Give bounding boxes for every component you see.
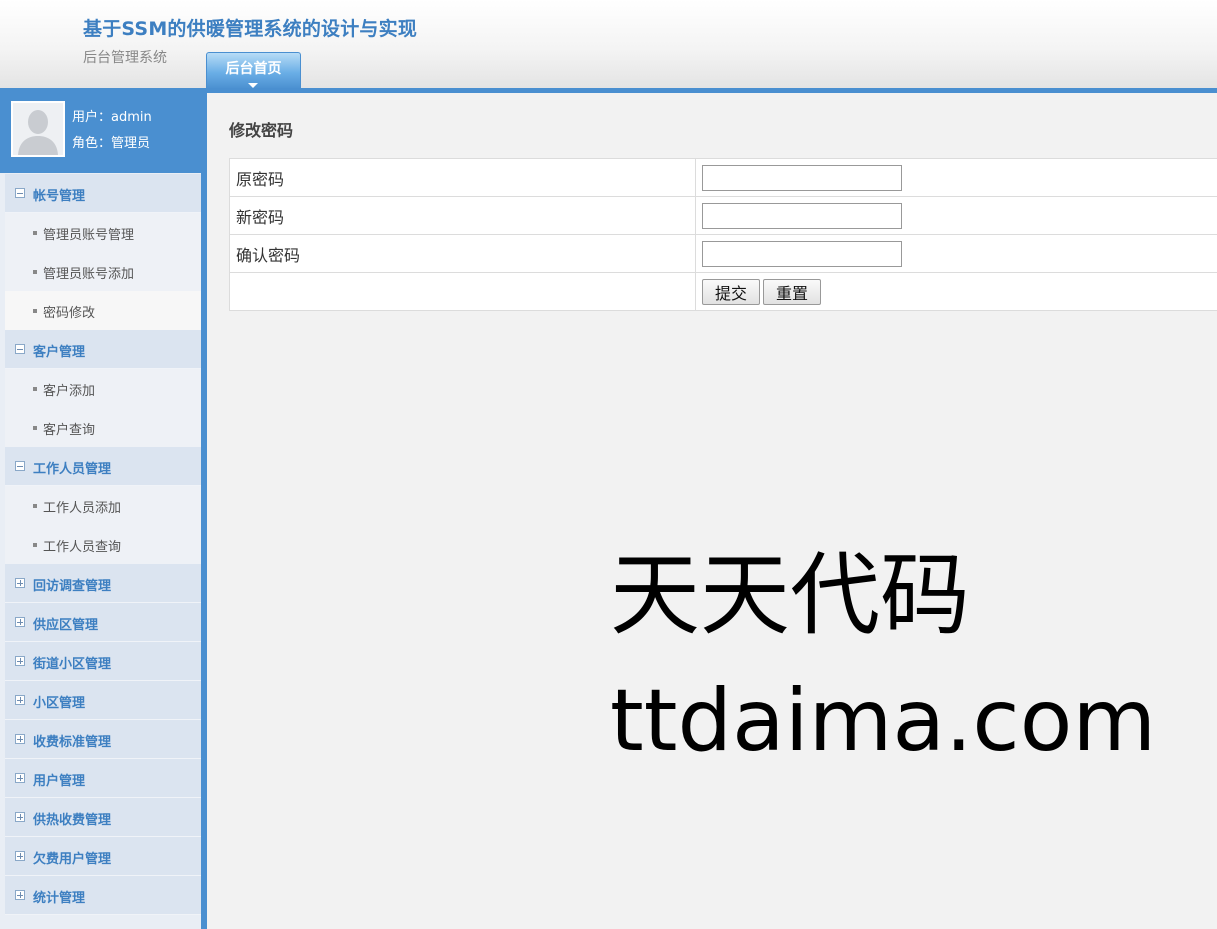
- menu-item-label: 客户查询: [43, 423, 96, 438]
- actions-label-cell: [229, 272, 696, 311]
- collapse-icon: [15, 344, 25, 354]
- bullet-icon: [33, 309, 37, 313]
- menu-item-label: 客户添加: [43, 384, 96, 399]
- menu-item[interactable]: 客户添加: [5, 369, 201, 408]
- collapse-icon: [15, 188, 25, 198]
- bullet-icon: [33, 270, 37, 274]
- expand-icon: [15, 734, 25, 744]
- expand-icon: [15, 773, 25, 783]
- reset-button[interactable]: 重置: [763, 278, 822, 305]
- menu-group-label: 回访调查管理: [33, 579, 112, 594]
- menu-group[interactable]: 客户管理: [5, 330, 201, 369]
- menu-group-label: 帐号管理: [33, 189, 86, 204]
- bullet-icon: [33, 426, 37, 430]
- form-row-actions: 提交 重置: [229, 272, 1217, 311]
- menu-group[interactable]: 欠费用户管理: [5, 837, 201, 876]
- menu-group-label: 客户管理: [33, 345, 86, 360]
- tab-home[interactable]: 后台首页: [206, 52, 301, 89]
- page-title: 修改密码: [229, 121, 294, 140]
- menu-group-label: 小区管理: [33, 696, 86, 711]
- menu-group[interactable]: 统计管理: [5, 876, 201, 915]
- sidebar: 用户：admin 角色：管理员 帐号管理管理员账号管理 管理员账号添加 密码修改客户…: [0, 93, 207, 929]
- menu-group[interactable]: 工作人员管理: [5, 447, 201, 486]
- menu-item-label: 管理员账号管理: [43, 228, 135, 243]
- expand-icon: [15, 656, 25, 666]
- user-panel: 用户：admin 角色：管理员: [0, 93, 201, 173]
- confirm-password-label: 确认密码: [229, 234, 696, 273]
- submit-button[interactable]: 提交: [702, 278, 761, 305]
- actions-cell: 提交 重置: [695, 272, 1217, 311]
- menu-group[interactable]: 收费标准管理: [5, 720, 201, 759]
- confirm-password-input[interactable]: [702, 240, 902, 267]
- menu-item-label: 管理员账号添加: [43, 267, 135, 282]
- menu-item-label: 工作人员查询: [43, 540, 122, 555]
- menu-group[interactable]: 小区管理: [5, 681, 201, 720]
- expand-icon: [15, 578, 25, 588]
- new-password-label: 新密码: [229, 196, 696, 235]
- expand-icon: [15, 890, 25, 900]
- app-subtitle: 后台管理系统: [83, 50, 167, 66]
- menu-group[interactable]: 回访调查管理: [5, 564, 201, 603]
- user-name: 用户：admin: [72, 110, 152, 125]
- main-content: 修改密码 原密码 新密码 确认密码 提交 重置 天天代码 ttdaima.com: [207, 93, 1217, 929]
- menu-group[interactable]: 供热收费管理: [5, 798, 201, 837]
- old-password-cell: [695, 158, 1217, 197]
- menu-group[interactable]: 供应区管理: [5, 603, 201, 642]
- expand-icon: [15, 695, 25, 705]
- password-form: 原密码 新密码 确认密码 提交 重置: [229, 158, 1217, 311]
- menu-group[interactable]: 帐号管理: [5, 174, 201, 213]
- watermark-text-url: ttdaima.com: [610, 671, 1157, 771]
- menu-item-label: 密码修改: [43, 306, 96, 321]
- form-row-confirm-password: 确认密码: [229, 234, 1217, 273]
- user-silhouette-icon: [13, 103, 63, 155]
- menu-group-label: 用户管理: [33, 774, 86, 789]
- header: 基于SSM的供暖管理系统的设计与实现 后台管理系统 后台首页: [0, 0, 1217, 89]
- avatar: [11, 101, 65, 157]
- menu-item-label: 工作人员添加: [43, 501, 122, 516]
- menu-item[interactable]: 管理员账号添加: [5, 252, 201, 291]
- expand-icon: [15, 851, 25, 861]
- bullet-icon: [33, 504, 37, 508]
- menu-group[interactable]: 街道小区管理: [5, 642, 201, 681]
- collapse-icon: [15, 461, 25, 471]
- menu-item[interactable]: 客户查询: [5, 408, 201, 447]
- menu-group-label: 收费标准管理: [33, 735, 112, 750]
- bullet-icon: [33, 387, 37, 391]
- expand-icon: [15, 617, 25, 627]
- expand-icon: [15, 812, 25, 822]
- app-title: 基于SSM的供暖管理系统的设计与实现: [83, 18, 418, 40]
- menu-group-label: 供热收费管理: [33, 813, 112, 828]
- menu-item[interactable]: 管理员账号管理: [5, 213, 201, 252]
- new-password-cell: [695, 196, 1217, 235]
- menu-item[interactable]: 工作人员查询: [5, 525, 201, 564]
- form-row-old-password: 原密码: [229, 158, 1217, 197]
- new-password-input[interactable]: [702, 202, 902, 229]
- menu-group-label: 欠费用户管理: [33, 852, 112, 867]
- old-password-input[interactable]: [702, 164, 902, 191]
- user-role: 角色：管理员: [72, 136, 151, 151]
- bullet-icon: [33, 543, 37, 547]
- watermark-text-cn: 天天代码: [610, 543, 970, 648]
- form-row-new-password: 新密码: [229, 196, 1217, 235]
- menu-group-label: 统计管理: [33, 891, 86, 906]
- menu-group[interactable]: 用户管理: [5, 759, 201, 798]
- menu-group-label: 供应区管理: [33, 618, 99, 633]
- menu-group-label: 街道小区管理: [33, 657, 112, 672]
- menu-item[interactable]: 密码修改: [5, 291, 201, 330]
- old-password-label: 原密码: [229, 158, 696, 197]
- menu-item[interactable]: 工作人员添加: [5, 486, 201, 525]
- confirm-password-cell: [695, 234, 1217, 273]
- menu-group-label: 工作人员管理: [33, 462, 112, 477]
- tab-home-label: 后台首页: [225, 61, 282, 77]
- sidebar-menu: 帐号管理管理员账号管理 管理员账号添加 密码修改客户管理客户添加客户查询工作人员管理…: [5, 174, 201, 915]
- bullet-icon: [33, 231, 37, 235]
